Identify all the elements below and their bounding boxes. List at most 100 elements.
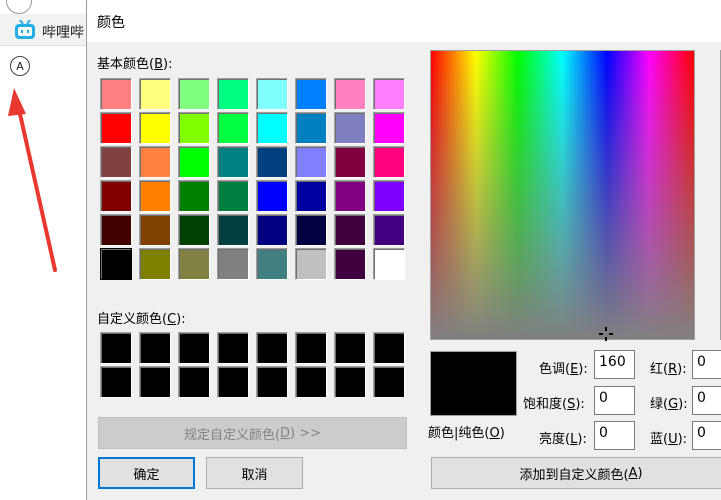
basic-color-swatch[interactable] [100, 248, 132, 280]
custom-color-swatch[interactable] [295, 366, 327, 398]
custom-color-swatch[interactable] [139, 366, 171, 398]
basic-color-swatch[interactable] [139, 180, 171, 212]
basic-color-swatch[interactable] [178, 214, 210, 246]
basic-color-swatch[interactable] [256, 248, 288, 280]
basic-color-swatch[interactable] [139, 78, 171, 110]
luminance-label: 亮度(L): [539, 432, 587, 447]
basic-color-swatch[interactable] [217, 146, 249, 178]
basic-color-swatch[interactable] [295, 214, 327, 246]
underlying-window-edge [327, 0, 721, 6]
basic-color-swatch[interactable] [373, 180, 405, 212]
basic-color-swatch[interactable] [100, 112, 132, 144]
saturation-label: 饱和度(S): [523, 397, 585, 412]
bilibili-icon [15, 20, 35, 39]
custom-color-swatch[interactable] [256, 332, 288, 364]
ok-button[interactable]: 确定 [98, 457, 195, 489]
browser-tab[interactable]: 哔哩哔 [0, 14, 90, 46]
basic-color-swatch[interactable] [334, 146, 366, 178]
color-dialog: 颜色 基本颜色(B): 自定义颜色(C): 规定自定义颜色(D) >> 确定 取… [86, 0, 721, 500]
basic-color-swatch[interactable] [295, 248, 327, 280]
tab-label: 哔哩哔 [42, 25, 84, 41]
basic-color-swatch[interactable] [178, 112, 210, 144]
background-titlebar [0, 0, 90, 14]
color-preview [430, 351, 517, 416]
cancel-button[interactable]: 取消 [206, 457, 303, 489]
custom-colors-grid [100, 332, 405, 398]
basic-color-swatch[interactable] [139, 146, 171, 178]
basic-color-swatch[interactable] [139, 248, 171, 280]
color-spectrum[interactable] [430, 50, 695, 341]
custom-color-swatch[interactable] [373, 332, 405, 364]
basic-color-swatch[interactable] [100, 214, 132, 246]
basic-color-swatch[interactable] [373, 112, 405, 144]
green-label: 绿(G): [650, 397, 688, 412]
basic-color-swatch[interactable] [373, 248, 405, 280]
custom-colors-label: 自定义颜色(C): [97, 312, 186, 327]
custom-color-swatch[interactable] [373, 366, 405, 398]
basic-color-swatch[interactable] [373, 78, 405, 110]
back-button[interactable] [6, 0, 32, 14]
custom-color-swatch[interactable] [178, 332, 210, 364]
basic-color-swatch[interactable] [256, 180, 288, 212]
green-input[interactable]: 0 [692, 386, 721, 415]
add-to-custom-colors-button[interactable]: 添加到自定义颜色(A) [431, 457, 721, 489]
luminance-input[interactable]: 0 [594, 421, 635, 450]
basic-color-swatch[interactable] [100, 78, 132, 110]
red-label: 红(R): [650, 362, 687, 377]
basic-color-swatch[interactable] [217, 248, 249, 280]
basic-color-swatch[interactable] [256, 78, 288, 110]
dialog-titlebar: 颜色 [87, 0, 721, 42]
basic-color-swatch[interactable] [334, 112, 366, 144]
basic-color-swatch[interactable] [334, 248, 366, 280]
basic-color-swatch[interactable] [139, 112, 171, 144]
custom-color-swatch[interactable] [334, 332, 366, 364]
basic-colors-label: 基本颜色(B): [97, 57, 173, 72]
custom-color-swatch[interactable] [217, 332, 249, 364]
basic-color-swatch[interactable] [178, 146, 210, 178]
custom-color-swatch[interactable] [100, 332, 132, 364]
basic-color-swatch[interactable] [256, 112, 288, 144]
basic-color-swatch[interactable] [100, 180, 132, 212]
blue-input[interactable]: 0 [692, 421, 721, 450]
custom-color-swatch[interactable] [178, 366, 210, 398]
basic-color-swatch[interactable] [295, 78, 327, 110]
basic-color-swatch[interactable] [334, 180, 366, 212]
basic-color-swatch[interactable] [217, 180, 249, 212]
basic-color-swatch[interactable] [100, 146, 132, 178]
basic-color-swatch[interactable] [373, 146, 405, 178]
basic-color-swatch[interactable] [256, 214, 288, 246]
basic-color-swatch[interactable] [217, 214, 249, 246]
basic-color-swatch[interactable] [139, 214, 171, 246]
custom-color-swatch[interactable] [334, 366, 366, 398]
circled-a-icon: A [10, 56, 30, 76]
red-input[interactable]: 0 [692, 350, 721, 379]
basic-color-swatch[interactable] [334, 214, 366, 246]
basic-color-swatch[interactable] [256, 146, 288, 178]
basic-color-swatch[interactable] [295, 112, 327, 144]
basic-color-swatch[interactable] [295, 146, 327, 178]
custom-color-swatch[interactable] [295, 332, 327, 364]
hue-input[interactable]: 160 [594, 350, 635, 379]
custom-color-swatch[interactable] [139, 332, 171, 364]
basic-color-swatch[interactable] [217, 78, 249, 110]
saturation-input[interactable]: 0 [594, 386, 635, 415]
basic-color-swatch[interactable] [373, 214, 405, 246]
custom-color-swatch[interactable] [256, 366, 288, 398]
basic-color-swatch[interactable] [178, 248, 210, 280]
hue-label: 色调(E): [539, 362, 588, 377]
define-custom-colors-button[interactable]: 规定自定义颜色(D) >> [98, 417, 407, 449]
blue-label: 蓝(U): [650, 432, 688, 447]
basic-color-swatch[interactable] [217, 112, 249, 144]
red-arrow-annotation [8, 88, 57, 272]
background-window: 哔哩哔 A [0, 0, 90, 500]
custom-color-swatch[interactable] [217, 366, 249, 398]
basic-color-swatch[interactable] [334, 78, 366, 110]
basic-color-swatch[interactable] [178, 78, 210, 110]
basic-color-swatch[interactable] [295, 180, 327, 212]
custom-color-swatch[interactable] [100, 366, 132, 398]
color-solid-label: 颜色|纯色(O) [428, 426, 505, 441]
crosshair-icon [599, 327, 613, 341]
basic-color-swatch[interactable] [178, 180, 210, 212]
basic-colors-grid [100, 78, 405, 280]
dialog-title: 颜色 [97, 15, 125, 31]
